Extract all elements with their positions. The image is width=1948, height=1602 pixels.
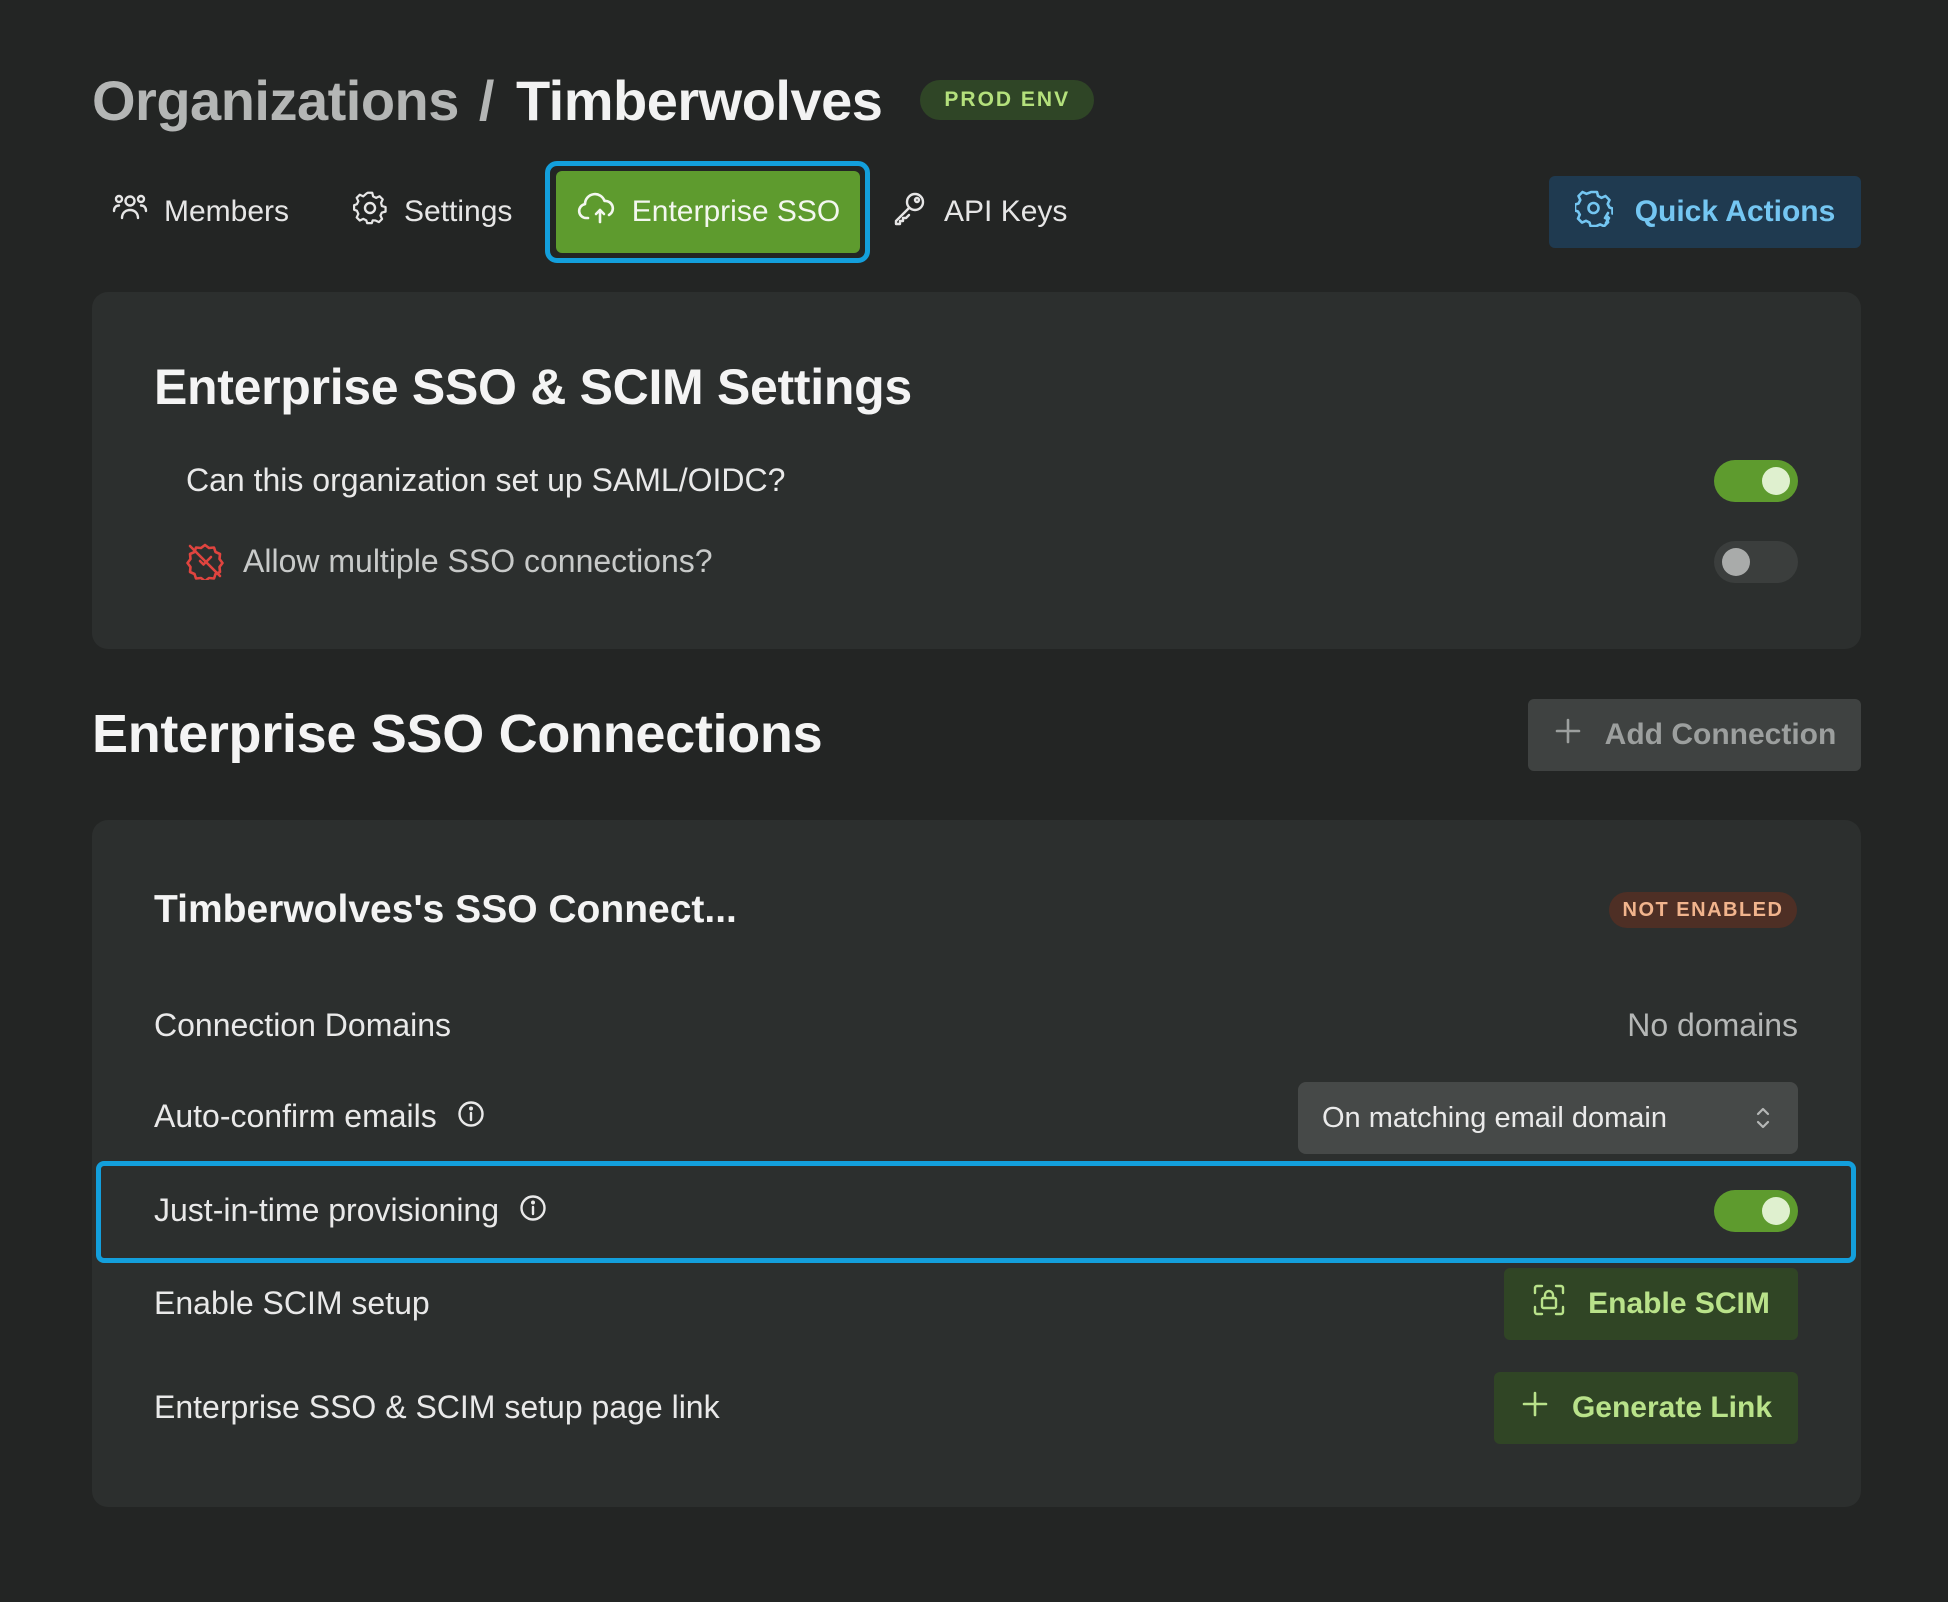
enable-scim-label: Enable SCIM — [1588, 1287, 1770, 1320]
saml-oidc-label: Can this organization set up SAML/OIDC? — [186, 462, 786, 498]
plus-icon — [1520, 1389, 1550, 1427]
auto-confirm-value: On matching email domain — [1322, 1101, 1667, 1134]
cloud-sso-icon — [576, 188, 616, 236]
tab-enterprise-sso[interactable]: Enterprise SSO — [556, 171, 860, 253]
members-icon — [112, 190, 148, 234]
breadcrumb: Organizations / Timberwolves PROD ENV — [92, 62, 1095, 138]
plus-icon — [1553, 716, 1583, 754]
jit-toggle[interactable] — [1714, 1190, 1798, 1232]
tab-api-keys-label: API Keys — [944, 195, 1068, 228]
tab-members[interactable]: Members — [112, 170, 289, 254]
breadcrumb-separator: / — [478, 68, 495, 132]
tab-settings[interactable]: Settings — [352, 170, 512, 254]
page-title: Timberwolves — [515, 68, 883, 132]
toggle-knob — [1762, 1197, 1790, 1225]
toggle-knob — [1722, 548, 1750, 576]
disabled-badge-icon — [186, 542, 224, 583]
env-badge: PROD ENV — [920, 80, 1095, 120]
auto-confirm-row: Auto-confirm emails — [154, 1098, 485, 1135]
saml-oidc-toggle[interactable] — [1714, 460, 1798, 502]
jit-row: Just-in-time provisioning — [154, 1192, 547, 1229]
tab-enterprise-sso-label: Enterprise SSO — [631, 195, 841, 228]
info-icon[interactable] — [519, 1194, 547, 1227]
connections-title: Enterprise SSO Connections — [92, 704, 823, 764]
tab-settings-label: Settings — [404, 195, 513, 228]
connection-title: Timberwolves's SSO Connect... — [154, 888, 737, 931]
enable-scim-button[interactable]: Enable SCIM — [1504, 1268, 1798, 1340]
gear-bolt-icon — [1573, 189, 1614, 235]
generate-link-button[interactable]: Generate Link — [1494, 1372, 1798, 1444]
connection-domains-label: Connection Domains — [154, 1007, 452, 1043]
auto-confirm-select[interactable]: On matching email domain — [1298, 1082, 1798, 1154]
key-icon — [892, 190, 928, 234]
gear-icon — [352, 190, 388, 234]
quick-actions-button[interactable]: Quick Actions — [1549, 176, 1861, 248]
breadcrumb-parent[interactable]: Organizations — [92, 68, 459, 133]
info-icon[interactable] — [457, 1100, 485, 1133]
tab-api-keys[interactable]: API Keys — [892, 170, 1067, 254]
add-connection-label: Add Connection — [1604, 718, 1837, 751]
auto-confirm-label: Auto-confirm emails — [154, 1098, 437, 1134]
jit-label: Just-in-time provisioning — [154, 1192, 500, 1228]
add-connection-button[interactable]: Add Connection — [1528, 699, 1861, 771]
scim-lock-icon — [1532, 1283, 1566, 1325]
sso-settings-title: Enterprise SSO & SCIM Settings — [154, 359, 912, 415]
toggle-knob — [1762, 467, 1790, 495]
tab-members-label: Members — [164, 195, 290, 228]
multiple-sso-label: Allow multiple SSO connections? — [243, 543, 713, 579]
status-badge: NOT ENABLED — [1609, 892, 1797, 928]
quick-actions-label: Quick Actions — [1634, 195, 1836, 228]
scim-label: Enable SCIM setup — [154, 1285, 430, 1321]
multiple-sso-toggle[interactable] — [1714, 541, 1798, 583]
generate-link-label: Generate Link — [1571, 1391, 1773, 1424]
setup-link-label: Enterprise SSO & SCIM setup page link — [154, 1389, 720, 1425]
connection-domains-value: No domains — [1627, 1007, 1798, 1043]
